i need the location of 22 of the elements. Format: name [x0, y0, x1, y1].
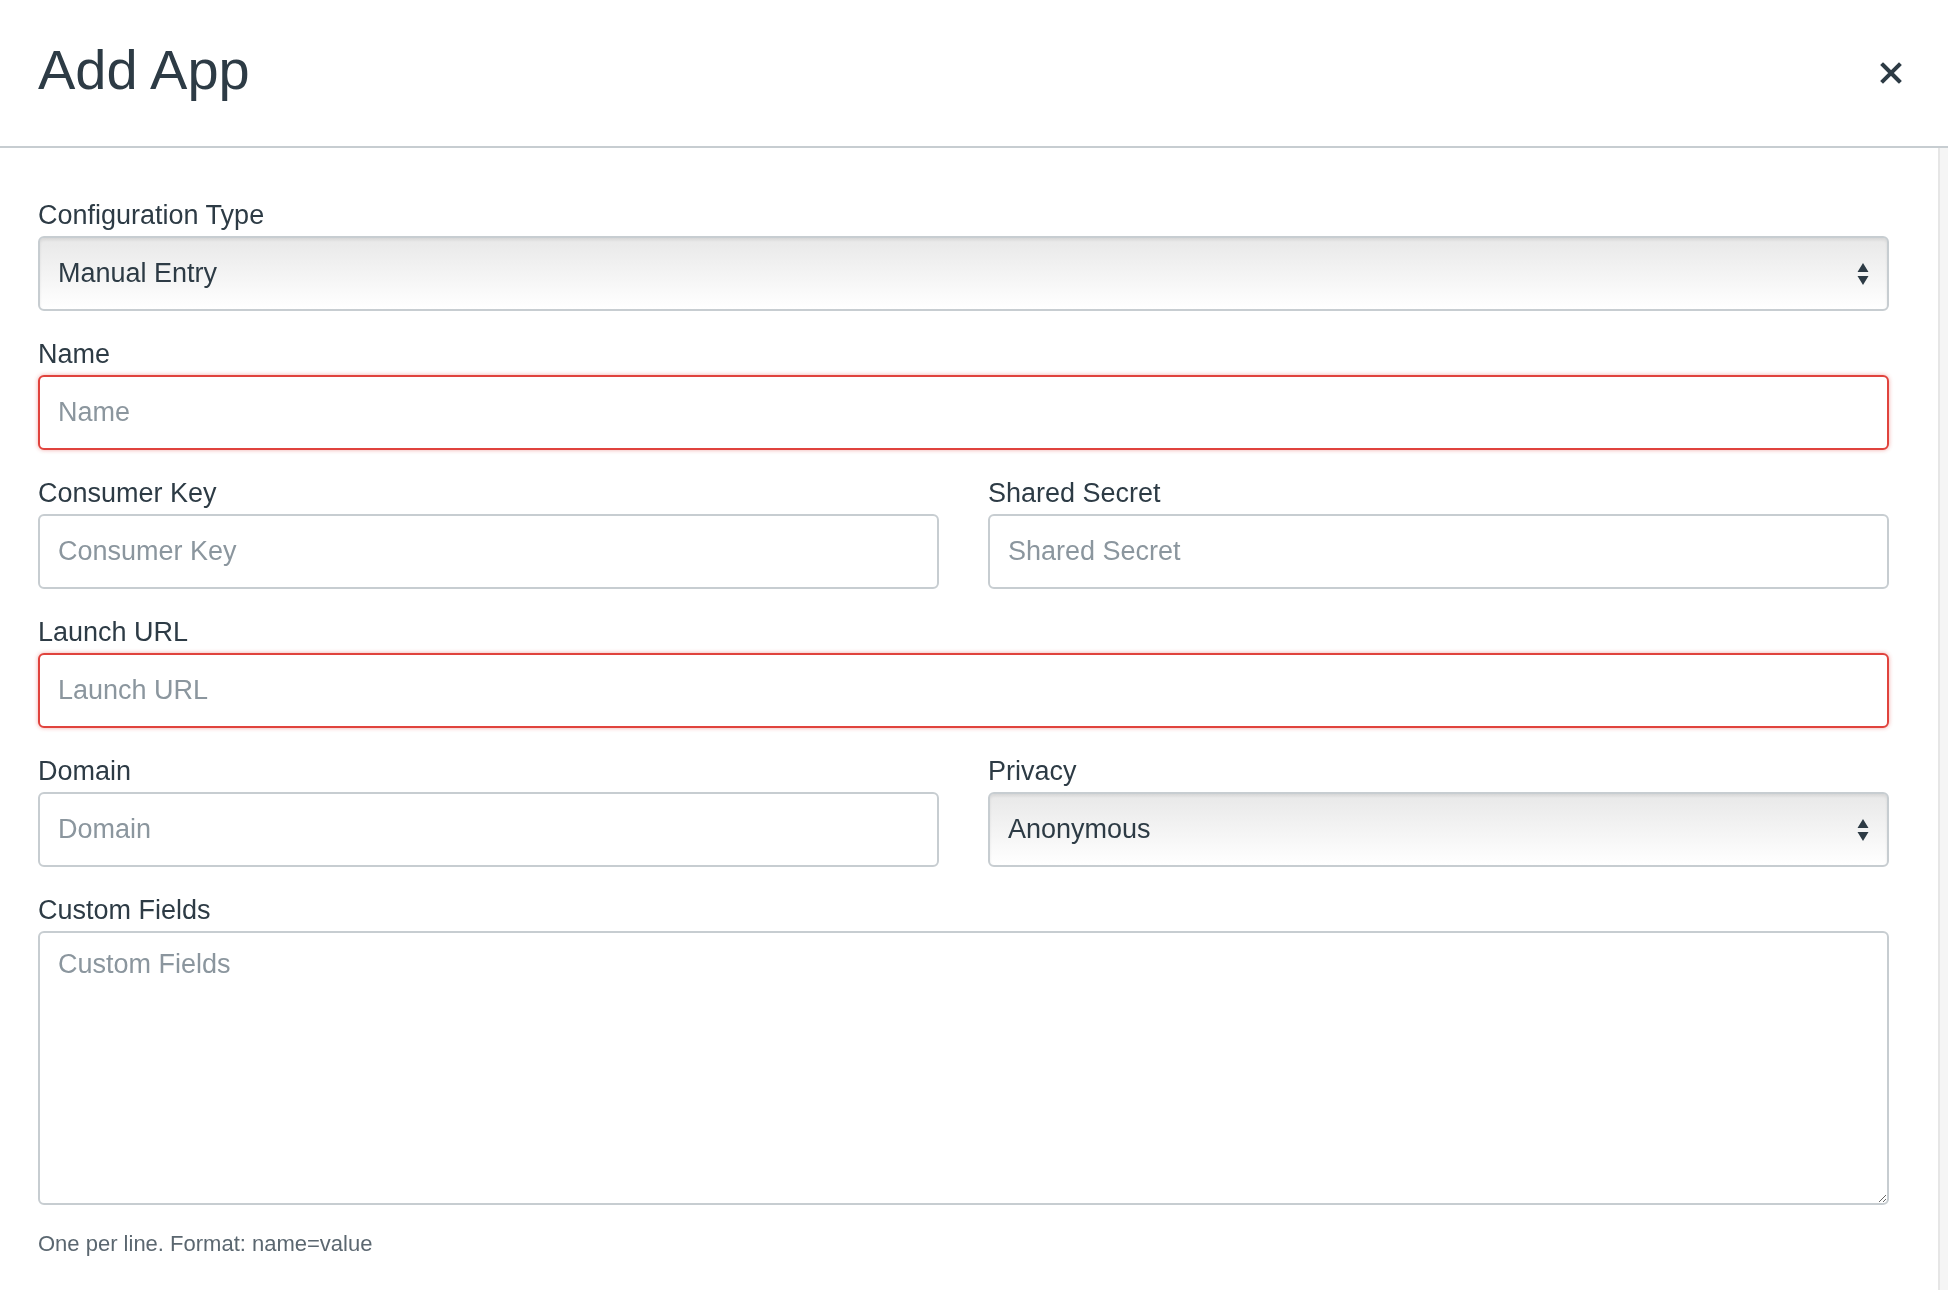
- text-input[interactable]: Launch URL: [38, 653, 1889, 728]
- up-down-arrows-icon: [1857, 817, 1869, 842]
- text-input[interactable]: Domain: [38, 792, 939, 867]
- field-label: Name: [38, 338, 112, 371]
- field-label: Domain: [38, 755, 133, 788]
- field-label: Launch URL: [38, 616, 190, 649]
- field-label: Privacy: [988, 755, 1078, 788]
- up-down-arrows-icon: [1857, 261, 1869, 286]
- textarea-field[interactable]: Custom Fields: [38, 931, 1889, 1205]
- field-label: Consumer Key: [38, 477, 218, 510]
- field-label: Configuration Type: [38, 199, 266, 232]
- text-input[interactable]: Shared Secret: [988, 514, 1889, 589]
- text-input[interactable]: Name: [38, 375, 1889, 450]
- text-input[interactable]: Consumer Key: [38, 514, 939, 589]
- field-label: Shared Secret: [988, 477, 1162, 510]
- field-label: Custom Fields: [38, 894, 212, 927]
- help-text: One per line. Format: name=value: [38, 1231, 374, 1257]
- dialog-title: Add App: [38, 36, 250, 103]
- select-field[interactable]: Anonymous: [988, 792, 1889, 867]
- scrollbar-track[interactable]: [1938, 148, 1948, 1290]
- select-field[interactable]: Manual Entry: [38, 236, 1889, 311]
- close-icon: [1880, 62, 1902, 84]
